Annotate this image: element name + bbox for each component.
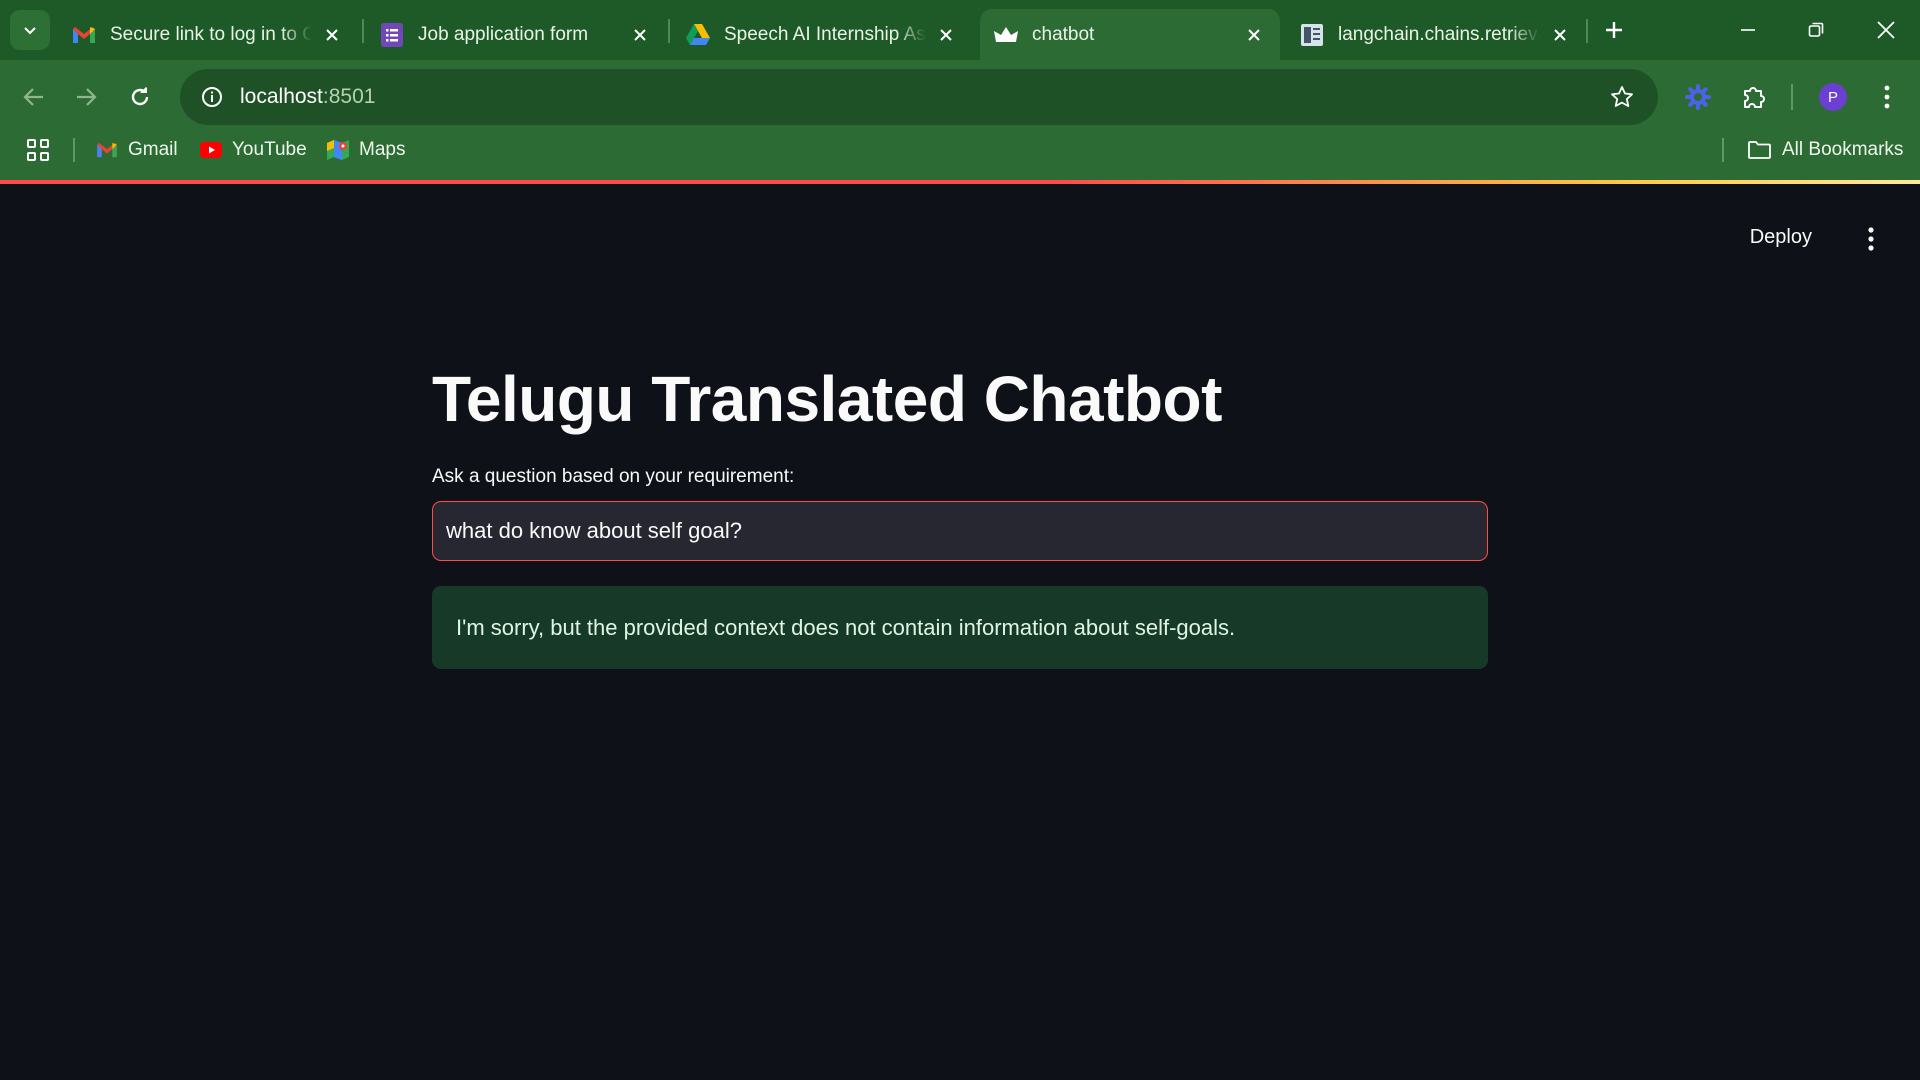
youtube-icon — [200, 142, 222, 158]
reload-button[interactable] — [120, 77, 160, 117]
tab-title: langchain.chains.retrieval — [1338, 23, 1540, 45]
extensions-button[interactable] — [1733, 76, 1775, 118]
maps-icon — [327, 139, 349, 161]
close-window-button[interactable] — [1862, 10, 1910, 50]
bookmark-star-icon[interactable] — [1608, 83, 1636, 111]
tab-divider — [362, 19, 364, 43]
address-bar[interactable]: localhost:8501 — [180, 69, 1658, 125]
close-icon[interactable] — [1548, 23, 1572, 47]
bookmark-maps[interactable]: Maps — [327, 128, 405, 172]
answer-box: I'm sorry, but the provided context does… — [432, 586, 1488, 669]
close-icon[interactable] — [934, 23, 958, 47]
puzzle-icon — [1744, 87, 1765, 108]
docs-icon — [1300, 23, 1324, 47]
extension-gear-icon — [1685, 84, 1711, 110]
tab-drive[interactable]: Speech AI Internship Assi — [672, 9, 972, 60]
reload-icon — [131, 87, 149, 106]
tab-chatbot[interactable]: chatbot — [980, 9, 1280, 60]
app-viewport: Deploy Telugu Translated Chatbot Ask a q… — [0, 184, 1920, 1080]
bookmark-youtube[interactable]: YouTube — [200, 128, 307, 172]
all-bookmarks-label: All Bookmarks — [1782, 139, 1904, 160]
url-host: localhost — [240, 85, 323, 108]
tab-divider — [668, 19, 670, 43]
tab-title: Secure link to log in to Cl — [110, 23, 312, 45]
browser-menu-button[interactable] — [1866, 76, 1908, 118]
close-icon[interactable] — [320, 23, 344, 47]
restore-button[interactable] — [1792, 10, 1840, 50]
tab-forms[interactable]: Job application form — [366, 9, 666, 60]
minimize-icon — [1741, 29, 1755, 31]
bookmarks-divider — [73, 138, 75, 162]
bookmarks-divider — [1722, 138, 1724, 162]
drive-icon — [686, 23, 710, 47]
all-bookmarks-button[interactable]: All Bookmarks — [1748, 128, 1903, 172]
new-tab-button[interactable] — [1598, 14, 1630, 46]
deploy-button[interactable]: Deploy — [1740, 220, 1822, 255]
gmail-icon — [72, 23, 96, 47]
kebab-menu-icon — [1884, 85, 1890, 109]
apps-button[interactable] — [26, 128, 50, 172]
page-title: Telugu Translated Chatbot — [432, 363, 1222, 435]
question-label: Ask a question based on your requirement… — [432, 466, 795, 487]
arrow-left-icon — [23, 88, 43, 106]
tab-langchain-docs[interactable]: langchain.chains.retrieval — [1286, 9, 1586, 60]
plus-icon — [1606, 22, 1622, 38]
close-icon[interactable] — [1242, 23, 1266, 47]
bookmark-gmail[interactable]: Gmail — [96, 128, 178, 172]
profile-button[interactable]: P — [1812, 76, 1854, 118]
streamlit-icon — [994, 23, 1018, 47]
address-url: localhost:8501 — [240, 85, 375, 109]
tab-gmail[interactable]: Secure link to log in to Cl — [58, 9, 358, 60]
tab-title: chatbot — [1032, 23, 1095, 45]
bookmarks-bar: Gmail YouTube Maps All Bookmarks — [0, 128, 1920, 180]
gmail-icon — [96, 142, 118, 158]
back-button[interactable] — [14, 77, 54, 117]
close-icon[interactable] — [628, 23, 652, 47]
tab-title: Job application form — [418, 23, 589, 45]
kebab-menu-icon — [1868, 227, 1874, 251]
forms-icon — [380, 22, 404, 47]
bookmark-label: YouTube — [232, 139, 307, 160]
bookmark-label: Gmail — [128, 139, 178, 160]
restore-icon — [1808, 22, 1824, 37]
bookmark-label: Maps — [359, 139, 406, 160]
chevron-down-icon — [24, 27, 36, 35]
tab-title: Speech AI Internship Assi — [724, 23, 926, 45]
forward-button[interactable] — [66, 77, 106, 117]
tab-divider — [1586, 19, 1588, 43]
extension-button[interactable] — [1677, 76, 1719, 118]
browser-toolbar: localhost:8501 P Gmail YouTube Maps All … — [0, 60, 1920, 188]
avatar: P — [1819, 83, 1847, 111]
minimize-button[interactable] — [1724, 10, 1772, 50]
folder-icon — [1748, 140, 1772, 160]
app-menu-button[interactable] — [1856, 224, 1886, 254]
question-input[interactable] — [432, 501, 1488, 561]
close-icon — [1877, 21, 1895, 39]
answer-text: I'm sorry, but the provided context does… — [456, 614, 1236, 640]
apps-grid-icon — [27, 139, 49, 161]
toolbar-divider — [1791, 84, 1793, 110]
arrow-right-icon — [77, 88, 97, 106]
url-port: :8501 — [322, 85, 376, 108]
tab-strip: Secure link to log in to Cl Job applicat… — [0, 0, 1920, 60]
site-info-icon[interactable] — [184, 69, 240, 125]
tab-search-button[interactable] — [10, 10, 50, 50]
